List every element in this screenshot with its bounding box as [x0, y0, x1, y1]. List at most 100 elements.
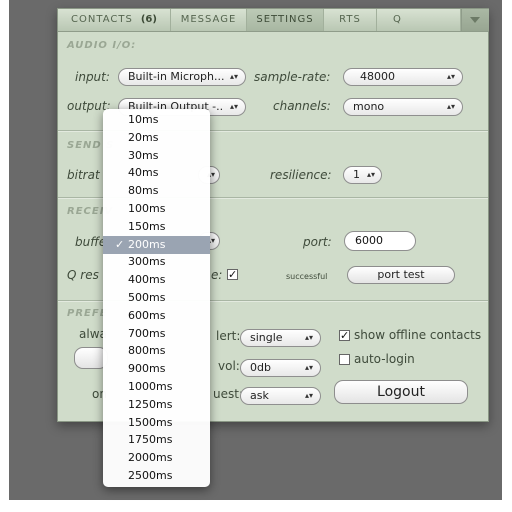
buffer-option[interactable]: 1000ms [103, 378, 210, 396]
buffer-option-label: 1250ms [128, 397, 173, 411]
buffer-option[interactable]: 10ms [103, 111, 210, 129]
tab-message[interactable]: MESSAGE [171, 9, 247, 31]
tab-rts[interactable]: RTS [324, 9, 377, 31]
buffer-option[interactable]: 500ms [103, 289, 210, 307]
input-device-value: Built-in Microph... [128, 70, 225, 83]
resilience-select[interactable]: 1 ▴▾ [343, 166, 382, 184]
buffer-option-label: 600ms [128, 308, 166, 322]
checkmark-icon: ✓ [115, 237, 125, 251]
buffer-option[interactable]: 150ms [103, 218, 210, 236]
show-offline-checkbox[interactable]: ✓ [339, 330, 350, 341]
resilience-value: 1 [353, 168, 360, 181]
buffer-option-label: 20ms [128, 130, 159, 144]
buffer-option-label: 40ms [128, 166, 159, 180]
buffer-option-label: 100ms [128, 202, 166, 215]
volume-value: 0db [250, 361, 271, 374]
buffer-option[interactable]: 2500ms [103, 467, 210, 485]
buffer-option[interactable]: 600ms [103, 307, 210, 325]
buffer-option[interactable]: 3000ms [103, 485, 210, 488]
q-label: Q res [67, 268, 99, 282]
channels-value: mono [353, 100, 385, 113]
buffer-option[interactable]: 2000ms [103, 449, 210, 467]
buffer-option[interactable]: 1250ms [103, 396, 210, 414]
buffer-option[interactable]: 30ms [103, 147, 210, 165]
buffer-option-label: 2500ms [128, 469, 173, 482]
buffer-option-label: 1000ms [128, 380, 173, 393]
input-label: input: [75, 70, 110, 84]
tab-contacts[interactable]: CONTACTS (6) [58, 9, 171, 31]
sample-rate-value: 48000 [360, 70, 395, 83]
buffer-option-label: 80ms [128, 184, 159, 198]
chevron-down-icon [470, 17, 480, 23]
screen: CONTACTS (6) MESSAGE SETTINGS RTS Q AUDIO… [0, 0, 512, 512]
updown-arrows-icon: ▴▾ [229, 102, 238, 111]
buffer-option[interactable]: 800ms [103, 342, 210, 360]
volume-select[interactable]: 0db ▴▾ [240, 359, 321, 377]
preferences-title: PREFE [67, 308, 108, 319]
contacts-count-badge: (6) [140, 14, 157, 25]
buffer-option-label: 300ms [128, 255, 166, 269]
tab-menu-button[interactable] [461, 9, 489, 31]
show-offline-label: show offline contacts [354, 328, 482, 342]
bitrate-label: bitrat [67, 168, 100, 182]
buffer-option[interactable]: 900ms [103, 360, 210, 378]
buffer-option-label: 700ms [128, 326, 166, 340]
buffer-option[interactable]: 20ms [103, 129, 210, 147]
buffer-option-label: 800ms [128, 344, 166, 358]
q-checkbox[interactable]: ✓ [227, 269, 238, 280]
port-field[interactable]: 6000 [344, 231, 416, 251]
updown-arrows-icon: ▴▾ [304, 333, 313, 342]
buffer-option[interactable]: 400ms [103, 271, 210, 289]
buffer-option[interactable]: 300ms [103, 253, 210, 271]
updown-arrows-icon: ▴▾ [446, 102, 455, 111]
audio-io-title: AUDIO I/O: [67, 40, 137, 51]
buffer-option-label: 1500ms [128, 415, 173, 429]
buffer-option-label: 200ms [128, 237, 166, 251]
buffer-dropdown-menu: 10ms 20ms 30ms 40ms 80ms 100ms 150ms ✓ 200ms 300m… [103, 109, 210, 487]
input-device-select[interactable]: Built-in Microph... ▴▾ [118, 68, 246, 86]
channels-label: channels: [273, 99, 331, 113]
port-test-button[interactable]: port test [347, 266, 455, 284]
auto-login-label: auto-login [354, 352, 415, 366]
buffer-option-label: 10ms [128, 113, 159, 126]
volume-label: vol: [218, 359, 240, 373]
port-status-text: successful [286, 272, 328, 281]
alert-value: single [250, 331, 283, 344]
logout-button[interactable]: Logout [334, 380, 468, 404]
updown-arrows-icon: ▴▾ [366, 170, 375, 179]
buffer-option-label: 1750ms [128, 433, 173, 447]
buffer-option[interactable]: 80ms [103, 182, 210, 200]
updown-arrows-icon: ▴▾ [304, 391, 313, 400]
buffer-option-label: 2000ms [128, 451, 173, 465]
tab-contacts-label: CONTACTS [71, 14, 133, 25]
tab-q[interactable]: Q [377, 9, 461, 31]
buffer-option[interactable]: 100ms [103, 200, 210, 218]
auto-login-checkbox[interactable] [339, 354, 350, 365]
request-select[interactable]: ask ▴▾ [240, 387, 321, 405]
port-label: port: [303, 235, 332, 249]
alert-label: lert: [216, 329, 241, 343]
buffer-label: buffe [75, 235, 107, 249]
alert-select[interactable]: single ▴▾ [240, 329, 321, 347]
buffer-option-label: 400ms [128, 273, 166, 287]
request-value: ask [250, 389, 269, 402]
tab-settings[interactable]: SETTINGS [247, 9, 324, 31]
buffer-option[interactable]: 40ms [103, 164, 210, 182]
updown-arrows-icon: ▴▾ [304, 363, 313, 372]
buffer-option-label: 30ms [128, 148, 159, 162]
buffer-option-label: 150ms [128, 219, 166, 233]
buffer-option-label: 900ms [128, 362, 166, 376]
updown-arrows-icon: ▴▾ [446, 72, 455, 81]
buffer-option[interactable]: ✓ 200ms [103, 235, 210, 254]
buffer-option[interactable]: 1500ms [103, 414, 210, 432]
tab-bar: CONTACTS (6) MESSAGE SETTINGS RTS Q [58, 9, 489, 32]
sample-rate-select[interactable]: 48000 ▴▾ [343, 68, 463, 86]
resilience-label: resilience: [270, 168, 332, 182]
channels-select[interactable]: mono ▴▾ [343, 98, 463, 116]
updown-arrows-icon: ▴▾ [229, 72, 238, 81]
buffer-option-label: 500ms [128, 291, 166, 304]
buffer-option[interactable]: 700ms [103, 325, 210, 343]
request-label: uest: [213, 387, 243, 401]
buffer-option[interactable]: 1750ms [103, 431, 210, 449]
q-suffix-label: e: [211, 268, 223, 282]
